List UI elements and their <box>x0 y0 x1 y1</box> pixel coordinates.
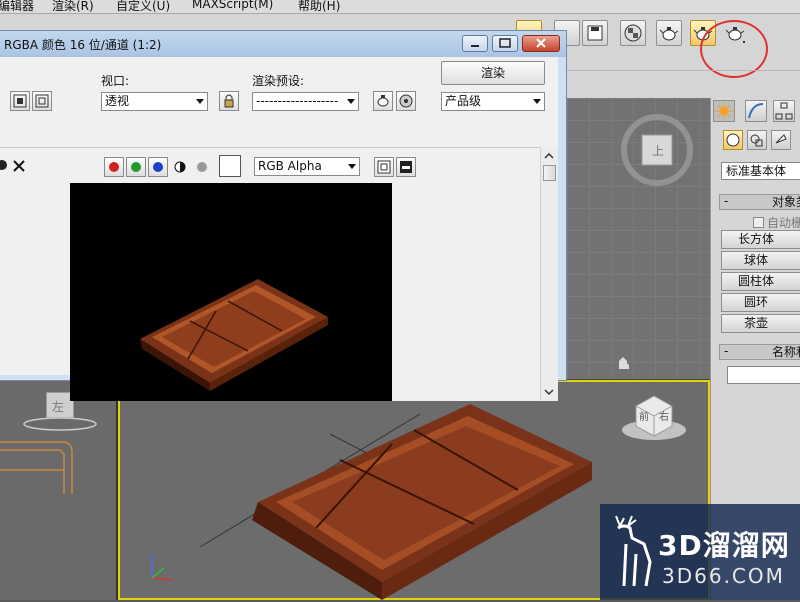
menu-bar: 编辑器 渲染(R) 自定义(U) MAXScript(M) 帮助(H) <box>0 0 800 14</box>
alpha-toggle-icon[interactable] <box>174 161 186 173</box>
color-swatch[interactable] <box>219 155 241 177</box>
sphere-button[interactable]: 球体 <box>721 251 800 270</box>
environment-button[interactable] <box>396 91 416 111</box>
toggle-ui-button[interactable] <box>396 157 416 177</box>
render-window-divider <box>0 147 558 148</box>
teapot-icon <box>377 95 389 107</box>
render-window-title: RGBA 颜色 16 位/通道 (1:2) <box>4 38 162 52</box>
save-icon <box>587 25 603 41</box>
tab-create[interactable] <box>713 100 735 122</box>
geometry-category-button[interactable] <box>723 130 743 150</box>
object-name-input[interactable] <box>727 366 800 384</box>
viewport-left[interactable]: 左 <box>0 380 118 600</box>
minimize-button[interactable] <box>462 35 488 52</box>
home-icon[interactable] <box>618 360 630 370</box>
sun-icon <box>715 102 733 120</box>
light-icon <box>775 134 787 144</box>
shapes-category-button[interactable] <box>747 130 767 150</box>
category-dropdown[interactable]: 标准基本体 <box>721 162 800 180</box>
lights-category-button[interactable] <box>771 130 791 150</box>
viewcube-face-front: 前 <box>639 412 649 423</box>
render-window-scrollbar[interactable] <box>540 147 558 401</box>
tab-modify[interactable] <box>745 100 767 122</box>
maximize-button[interactable] <box>492 35 518 52</box>
object-type-rollout-title: 对象类型 <box>772 195 800 209</box>
viewport-select[interactable]: 透视 <box>101 92 208 111</box>
channel-display-select[interactable]: RGB Alpha <box>254 157 360 176</box>
render-window-titlebar[interactable]: RGBA 颜色 16 位/通道 (1:2) <box>0 31 566 57</box>
green-channel-toggle[interactable] <box>126 157 146 177</box>
render-window-body: 视口: 渲染预设: 渲染 透视 ------------------- 产品级 <box>0 57 558 401</box>
curve-icon <box>748 103 764 119</box>
viewcube-face-right: 右 <box>659 412 669 423</box>
watermark-domain: 3D66.COM <box>662 564 785 588</box>
viewcube-perspective[interactable] <box>618 386 690 446</box>
lock-icon <box>224 94 234 108</box>
teapot-icon <box>659 27 679 41</box>
tab-hierarchy[interactable] <box>773 100 795 122</box>
menu-item-maxscript[interactable]: MAXScript(M) <box>192 0 273 11</box>
render-setup-button[interactable] <box>656 20 682 46</box>
frame-icon <box>400 161 412 173</box>
menu-item-help[interactable]: 帮助(H) <box>298 0 340 13</box>
gear-icon <box>399 94 413 108</box>
name-color-rollout-title: 名称和颜色 <box>772 345 800 359</box>
box-button[interactable]: 长方体 <box>721 230 800 249</box>
menu-item-rendering[interactable]: 渲染(R) <box>52 0 94 13</box>
red-channel-toggle[interactable] <box>104 157 124 177</box>
save-file-button[interactable] <box>582 20 608 46</box>
auto-region-button[interactable] <box>32 91 52 111</box>
mono-toggle-icon[interactable] <box>196 161 208 173</box>
region-button[interactable] <box>10 91 30 111</box>
copy-icon[interactable] <box>0 157 10 173</box>
minimize-icon <box>471 45 479 47</box>
material-editor-button[interactable] <box>620 20 646 46</box>
render-gutter <box>392 183 544 401</box>
watermark-brand: 3D溜溜网 <box>658 529 790 562</box>
close-button[interactable] <box>522 35 560 52</box>
maximize-icon <box>499 38 511 48</box>
torus-button[interactable]: 圆环 <box>721 293 800 312</box>
clear-icon[interactable] <box>12 159 26 173</box>
menu-item-customize[interactable]: 自定义(U) <box>116 0 170 13</box>
name-color-rollout[interactable]: - 名称和颜色 <box>719 344 800 360</box>
shapes-icon <box>750 134 763 147</box>
region-icon <box>13 94 27 108</box>
cylinder-button[interactable]: 圆柱体 <box>721 272 800 291</box>
scrollbar-thumb[interactable] <box>543 165 556 181</box>
render-frame-window: RGBA 颜色 16 位/通道 (1:2) 视口: 渲染预设: 渲染 透视 --… <box>0 30 567 401</box>
render-output-canvas[interactable] <box>70 183 392 401</box>
sphere-icon <box>726 133 740 147</box>
scroll-down-icon[interactable] <box>541 385 557 399</box>
checker-sphere-icon <box>624 24 642 42</box>
scroll-up-icon[interactable] <box>541 149 557 163</box>
toggle-ui-overlay-button[interactable] <box>374 157 394 177</box>
autogrid-checkbox[interactable]: 自动栅格 <box>753 214 800 231</box>
autogrid-label: 自动栅格 <box>767 216 800 230</box>
close-icon <box>536 38 546 48</box>
left-view-wireframe <box>0 417 97 494</box>
overlay-icon <box>377 160 391 174</box>
rendered-chocolate <box>140 279 328 391</box>
blue-channel-toggle[interactable] <box>148 157 168 177</box>
viewcube-top[interactable] <box>567 98 711 380</box>
render-setup-button-window[interactable] <box>373 91 393 111</box>
lock-viewport-button[interactable] <box>219 91 239 111</box>
viewport-top[interactable]: 上 <box>566 98 710 380</box>
render-quality-select[interactable]: 产品级 <box>441 92 545 111</box>
hierarchy-icon <box>775 102 793 120</box>
viewport-label: 视口: <box>101 74 130 88</box>
render-preset-label: 渲染预设: <box>252 74 305 88</box>
render-preset-select[interactable]: ------------------- <box>252 92 359 111</box>
teapot-button[interactable]: 茶壶 <box>721 314 800 333</box>
object-type-rollout[interactable]: - 对象类型 <box>719 194 800 210</box>
deer-logo-icon <box>615 515 652 587</box>
render-button[interactable]: 渲染 <box>441 61 545 85</box>
menu-item-editors[interactable]: 编辑器 <box>0 0 34 13</box>
viewcube-top-label: 上 <box>652 144 665 158</box>
region-icon <box>35 94 49 108</box>
watermark: 3D溜溜网 3D66.COM <box>600 504 800 600</box>
axis-tripod <box>151 554 173 581</box>
